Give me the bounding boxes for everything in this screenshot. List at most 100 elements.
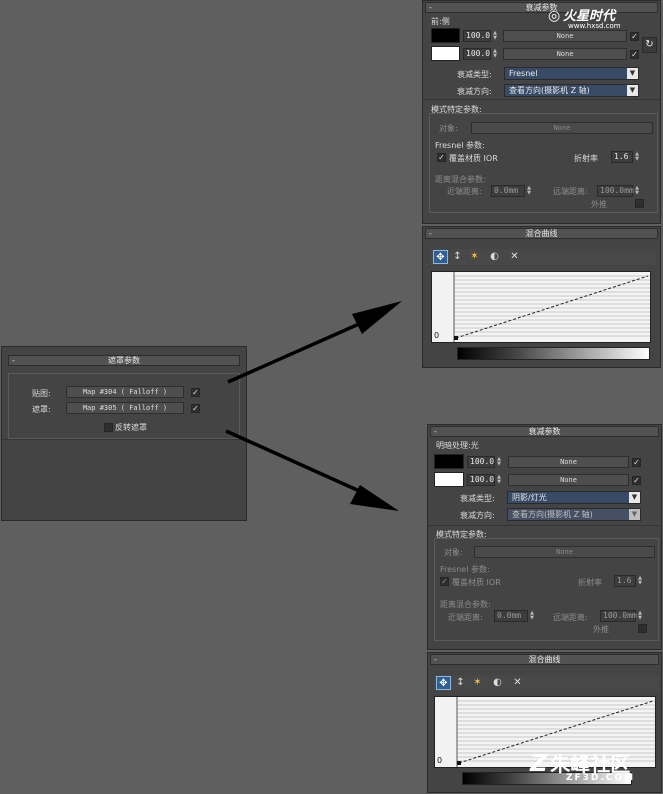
collapse-icon[interactable]: - xyxy=(429,3,432,12)
map-slot-button[interactable]: Map #304 ( Falloff ) xyxy=(66,386,184,398)
color-swatch-white[interactable] xyxy=(431,46,460,61)
spinner-arrows-icon[interactable]: ▲ ▼ xyxy=(492,31,498,41)
reset-curve-icon[interactable]: ◐ xyxy=(490,676,505,690)
falloff-type-value: 阴影/灯光 xyxy=(512,493,547,502)
far-distance-spinner[interactable]: 100.0mm xyxy=(597,185,634,197)
mix-curve-header-bottom[interactable]: - 混合曲线 xyxy=(430,654,659,665)
mask-enable-checkbox[interactable]: ✓ xyxy=(191,404,200,413)
collapse-icon[interactable]: - xyxy=(429,229,432,238)
section-divider xyxy=(428,525,661,526)
section-divider xyxy=(423,99,660,100)
spinner-arrows-icon[interactable]: ▲ ▼ xyxy=(496,457,502,467)
chevron-down-icon[interactable]: ▼ xyxy=(629,492,640,503)
falloff-direction-value: 查看方向(摄影机 Z 轴) xyxy=(509,86,590,95)
spinner-arrows-icon[interactable]: ▲ ▼ xyxy=(526,186,532,196)
mask-slot-button[interactable]: Map #305 ( Falloff ) xyxy=(66,402,184,414)
curve-graph-top[interactable]: 0 xyxy=(431,271,651,343)
collapse-icon[interactable]: - xyxy=(434,427,437,436)
color-swatch-black[interactable] xyxy=(434,454,464,469)
scale-point-icon[interactable]: ↕ xyxy=(453,676,468,690)
spinner-arrows-icon[interactable]: ▲ ▼ xyxy=(637,576,643,586)
falloff-direction-dropdown[interactable]: 查看方向(摄影机 Z 轴) ▼ xyxy=(507,508,641,521)
curve-toolbar-bottom: ✥ ↕ ✶ ◐ ✕ xyxy=(434,675,659,691)
override-ior-checkbox[interactable]: ✓ xyxy=(440,577,449,586)
curve-point-start xyxy=(457,761,461,765)
map-slot-button-2[interactable]: None xyxy=(508,474,629,486)
curve-point-start xyxy=(454,336,458,340)
mask-rollout-header[interactable]: - 遮罩参数 xyxy=(8,355,240,366)
mix-curve-header-top[interactable]: - 混合曲线 xyxy=(425,228,658,239)
hxsd-logo-icon: ◎ xyxy=(548,8,561,24)
delete-point-icon[interactable]: ✕ xyxy=(510,676,525,690)
map-enable-checkbox[interactable]: ✓ xyxy=(191,388,200,397)
reset-curve-icon[interactable]: ◐ xyxy=(487,250,502,264)
mask-parameters-panel: - 遮罩参数 贴图: Map #304 ( Falloff ) ✓ 遮罩: Ma… xyxy=(1,346,247,521)
chevron-down-icon[interactable]: ▼ xyxy=(629,509,640,520)
curve-zero-label-bottom: 0 xyxy=(437,756,443,765)
distance-blend-title: 距离混合参数: xyxy=(435,175,486,184)
hxsd-url: www.hxsd.com xyxy=(568,22,621,30)
move-tool-icon[interactable]: ✥ xyxy=(436,676,451,690)
map-label: 贴图: xyxy=(32,389,51,398)
map-slot-button-2[interactable]: None xyxy=(503,48,627,60)
override-ior-label: 覆盖材质 IOR xyxy=(452,578,501,587)
arrow-up-line xyxy=(227,318,369,384)
color-swatch-black[interactable] xyxy=(431,28,460,43)
swap-colors-icon[interactable]: ↻ xyxy=(642,37,657,53)
ior-label: 折射率 xyxy=(578,578,602,587)
add-point-icon[interactable]: ✶ xyxy=(470,676,485,690)
chevron-down-icon[interactable]: ▼ xyxy=(627,68,638,79)
chevron-down-icon[interactable]: ▼ xyxy=(627,85,638,96)
spinner-arrows-icon[interactable]: ▲ ▼ xyxy=(496,475,502,485)
add-point-icon[interactable]: ✶ xyxy=(467,250,482,264)
spinner-arrows-icon[interactable]: ▲ ▼ xyxy=(634,186,640,196)
arrow-down-head xyxy=(350,485,399,511)
map-enable-checkbox-1[interactable]: ✓ xyxy=(630,32,639,41)
curve-toolbar-top: ✥ ↕ ✶ ◐ ✕ xyxy=(431,249,656,265)
spinner-arrows-icon[interactable]: ▲ ▼ xyxy=(634,152,640,162)
map-enable-checkbox-2[interactable]: ✓ xyxy=(630,50,639,59)
far-distance-spinner[interactable]: 100.0mm xyxy=(600,610,637,622)
curve-zero-label-top: 0 xyxy=(434,331,440,340)
object-label: 对象: xyxy=(444,548,463,557)
map-slot-button-1[interactable]: None xyxy=(503,30,627,42)
object-pick-button[interactable]: None xyxy=(471,122,653,134)
color-swatch-white[interactable] xyxy=(434,472,464,487)
ior-spinner[interactable]: 1.6 xyxy=(611,151,633,163)
collapse-icon[interactable]: - xyxy=(434,655,437,664)
falloff-type-dropdown[interactable]: Fresnel ▼ xyxy=(504,67,639,80)
falloff-direction-label: 衰减方向: xyxy=(460,511,495,520)
scale-point-icon[interactable]: ↕ xyxy=(450,250,465,264)
extrapolate-checkbox[interactable] xyxy=(638,624,647,633)
collapse-icon[interactable]: - xyxy=(12,356,15,365)
delete-point-icon[interactable]: ✕ xyxy=(507,250,522,264)
override-ior-checkbox[interactable]: ✓ xyxy=(437,153,446,162)
invert-mask-checkbox[interactable] xyxy=(104,423,113,432)
map-enable-checkbox-1[interactable]: ✓ xyxy=(632,458,641,467)
map-slot-button-1[interactable]: None xyxy=(508,456,629,468)
amount-spinner-2[interactable]: 100.0 xyxy=(467,474,495,486)
falloff-rollout-header-bottom[interactable]: - 衰减参数 xyxy=(430,426,659,437)
extrapolate-checkbox[interactable] xyxy=(635,199,644,208)
zf3d-logo-icon: Z xyxy=(530,749,548,777)
near-distance-spinner[interactable]: 0.0mm xyxy=(494,610,528,622)
fresnel-params-title: Fresnel 参数: xyxy=(440,565,490,574)
map-enable-checkbox-2[interactable]: ✓ xyxy=(632,476,641,485)
zf3d-url: ZF3D.COM xyxy=(566,773,636,783)
ior-spinner[interactable]: 1.6 xyxy=(614,575,636,587)
falloff-type-dropdown[interactable]: 阴影/灯光 ▼ xyxy=(507,491,641,504)
extrapolate-label: 外推 xyxy=(591,200,607,209)
falloff-direction-dropdown[interactable]: 查看方向(摄影机 Z 轴) ▼ xyxy=(504,84,639,97)
near-distance-spinner[interactable]: 0.0mm xyxy=(491,185,525,197)
amount-spinner-2[interactable]: 100.0 xyxy=(463,48,491,60)
spinner-arrows-icon[interactable]: ▲ ▼ xyxy=(637,611,643,621)
amount-spinner-1[interactable]: 100.0 xyxy=(463,30,491,42)
fresnel-params-title: Fresnel 参数: xyxy=(435,141,485,150)
move-tool-icon[interactable]: ✥ xyxy=(433,250,448,264)
spinner-arrows-icon[interactable]: ▲ ▼ xyxy=(529,611,535,621)
falloff-direction-value: 查看方向(摄影机 Z 轴) xyxy=(512,510,593,519)
object-pick-button[interactable]: None xyxy=(474,546,655,558)
falloff-rollout-header-top[interactable]: - 衰减参数 xyxy=(425,2,658,13)
amount-spinner-1[interactable]: 100.0 xyxy=(467,456,495,468)
spinner-arrows-icon[interactable]: ▲ ▼ xyxy=(492,49,498,59)
